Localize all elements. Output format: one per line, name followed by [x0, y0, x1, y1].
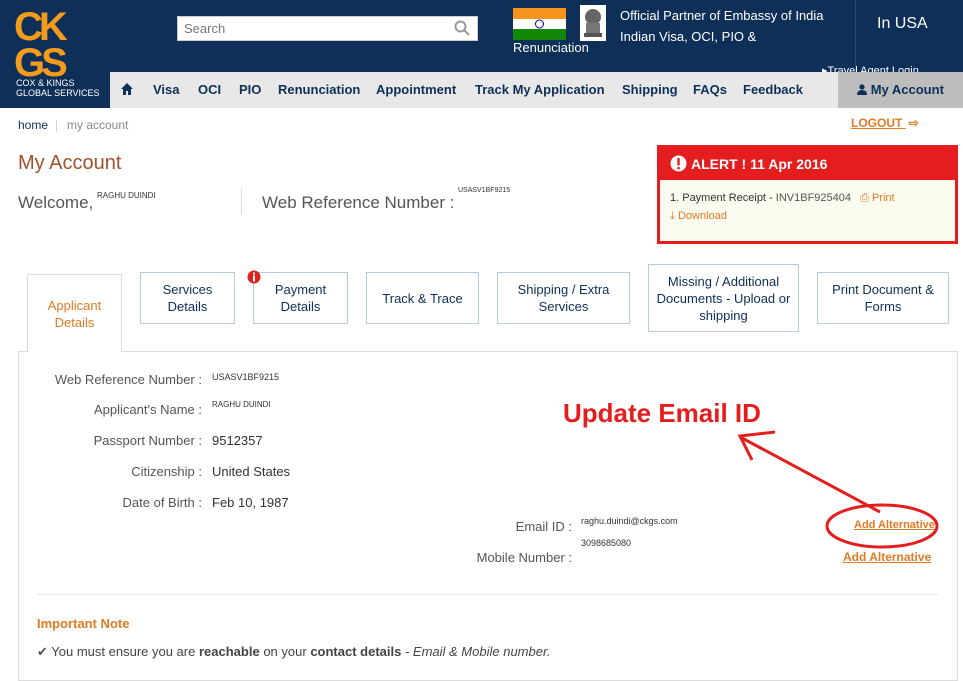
- breadcrumb-current: my account: [67, 118, 129, 132]
- nav-track-my-application[interactable]: Track My Application: [475, 72, 605, 108]
- nav-shipping[interactable]: Shipping: [622, 72, 678, 108]
- nav-visa[interactable]: Visa: [153, 72, 180, 108]
- alert-body: 1. Payment Receipt - INV1BF925404 ⎙ Prin…: [660, 180, 955, 241]
- nav-feedback[interactable]: Feedback: [743, 72, 803, 108]
- nav-renunciation[interactable]: Renunciation: [278, 72, 360, 108]
- search-box[interactable]: [177, 16, 478, 41]
- web-ref-label: Web Reference Number :: [54, 372, 202, 387]
- web-reference-value: USASV1BF9215: [458, 187, 511, 194]
- dob-value: Feb 10, 1987: [212, 495, 289, 510]
- tab-payment-details[interactable]: Payment Details: [253, 272, 348, 324]
- citizenship-label: Citizenship :: [131, 464, 202, 479]
- nav-appointment[interactable]: Appointment: [376, 72, 456, 108]
- email-add-alternative-link[interactable]: Add Alternative: [854, 519, 935, 531]
- official-partner-text: Official Partner of Embassy of India Ind…: [620, 8, 824, 44]
- print-link[interactable]: ⎙ Print: [860, 192, 895, 204]
- citizenship-value: United States: [212, 464, 291, 479]
- logo-letters: CK GS: [14, 5, 94, 85]
- alert-invoice: INV1BF925404: [775, 192, 851, 204]
- search-input[interactable]: [178, 17, 438, 40]
- tab-services-details[interactable]: Services Details: [140, 272, 235, 324]
- check-icon: ✔: [37, 644, 48, 659]
- divider: [37, 594, 938, 595]
- mobile-value: 3098685080: [581, 538, 632, 548]
- welcome-divider: [241, 188, 242, 214]
- print-icon: ⎙: [860, 192, 869, 204]
- breadcrumb-home[interactable]: home: [18, 118, 48, 132]
- nav-pio[interactable]: PIO: [239, 72, 261, 108]
- passport-value: 9512357: [212, 433, 263, 448]
- breadcrumb-separator: |: [55, 118, 59, 132]
- india-flag-icon: [513, 8, 566, 40]
- alert-item: 1. Payment Receipt - INV1BF925404 ⎙ Prin…: [670, 192, 895, 204]
- mobile-add-alternative-link[interactable]: Add Alternative: [843, 550, 931, 564]
- search-icon[interactable]: [454, 20, 470, 36]
- welcome-label: Welcome,: [18, 193, 94, 212]
- dob-label: Date of Birth :: [122, 495, 202, 510]
- web-ref-value: USASV1BF9215: [212, 372, 280, 382]
- download-icon: ⤓: [670, 210, 675, 222]
- tab-missing-documents[interactable]: Missing / Additional Documents - Upload …: [648, 264, 799, 332]
- main-nav: Visa OCI PIO Renunciation Appointment Tr…: [110, 72, 963, 108]
- nav-faqs[interactable]: FAQs: [693, 72, 727, 108]
- header-divider: [855, 0, 856, 72]
- applicant-name-label: Applicant's Name :: [94, 402, 202, 417]
- download-link[interactable]: ⤓ Download: [670, 207, 945, 225]
- logout-link[interactable]: LOGOUT ⇨: [851, 116, 919, 130]
- renunciation-label: Renunciation: [513, 40, 589, 55]
- sign-out-icon: ⇨: [908, 116, 919, 130]
- passport-label: Passport Number :: [93, 433, 202, 448]
- page-title: My Account: [18, 152, 122, 174]
- user-icon: [857, 82, 871, 97]
- national-emblem-icon: [580, 5, 606, 41]
- home-icon[interactable]: [120, 72, 134, 108]
- svg-text:GS: GS: [14, 41, 67, 78]
- applicant-details-panel: [18, 351, 958, 681]
- logo-mark-icon: CK GS: [14, 5, 72, 85]
- logo-subtitle: COX & KINGS GLOBAL SERVICES: [16, 78, 100, 98]
- exclamation-circle-icon: [670, 155, 687, 172]
- applicant-name-value: RAGHU DUINDI: [212, 400, 271, 409]
- tab-track-and-trace[interactable]: Track & Trace: [366, 272, 479, 324]
- tab-shipping-extra-services[interactable]: Shipping / Extra Services: [497, 272, 630, 324]
- alert-box: ALERT ! 11 Apr 2016 1. Payment Receipt -…: [657, 145, 958, 244]
- mobile-label: Mobile Number :: [476, 550, 572, 565]
- tab-print-documents[interactable]: Print Document & Forms: [817, 272, 949, 324]
- email-label: Email ID :: [515, 519, 572, 534]
- tab-applicant-details[interactable]: Applicant Details: [27, 274, 122, 352]
- alert-header: ALERT ! 11 Apr 2016: [660, 148, 955, 180]
- ckgs-logo[interactable]: CK GS COX & KINGS GLOBAL SERVICES: [0, 0, 110, 108]
- email-value: raghu.duindi@ckgs.com: [581, 516, 678, 526]
- info-badge-icon: [247, 270, 261, 284]
- important-note-text: ✔ You must ensure you are reachable on y…: [37, 644, 551, 659]
- web-reference-label: Web Reference Number :: [262, 193, 455, 212]
- important-note-title: Important Note: [37, 616, 130, 631]
- welcome-name: RAGHU DUINDI: [97, 191, 156, 200]
- nav-oci[interactable]: OCI: [198, 72, 221, 108]
- annotation-text: Update Email ID: [563, 398, 761, 428]
- country-selector[interactable]: In USA: [877, 15, 928, 33]
- nav-my-account[interactable]: My Account: [838, 72, 963, 108]
- alert-title: ALERT ! 11 Apr 2016: [691, 156, 828, 172]
